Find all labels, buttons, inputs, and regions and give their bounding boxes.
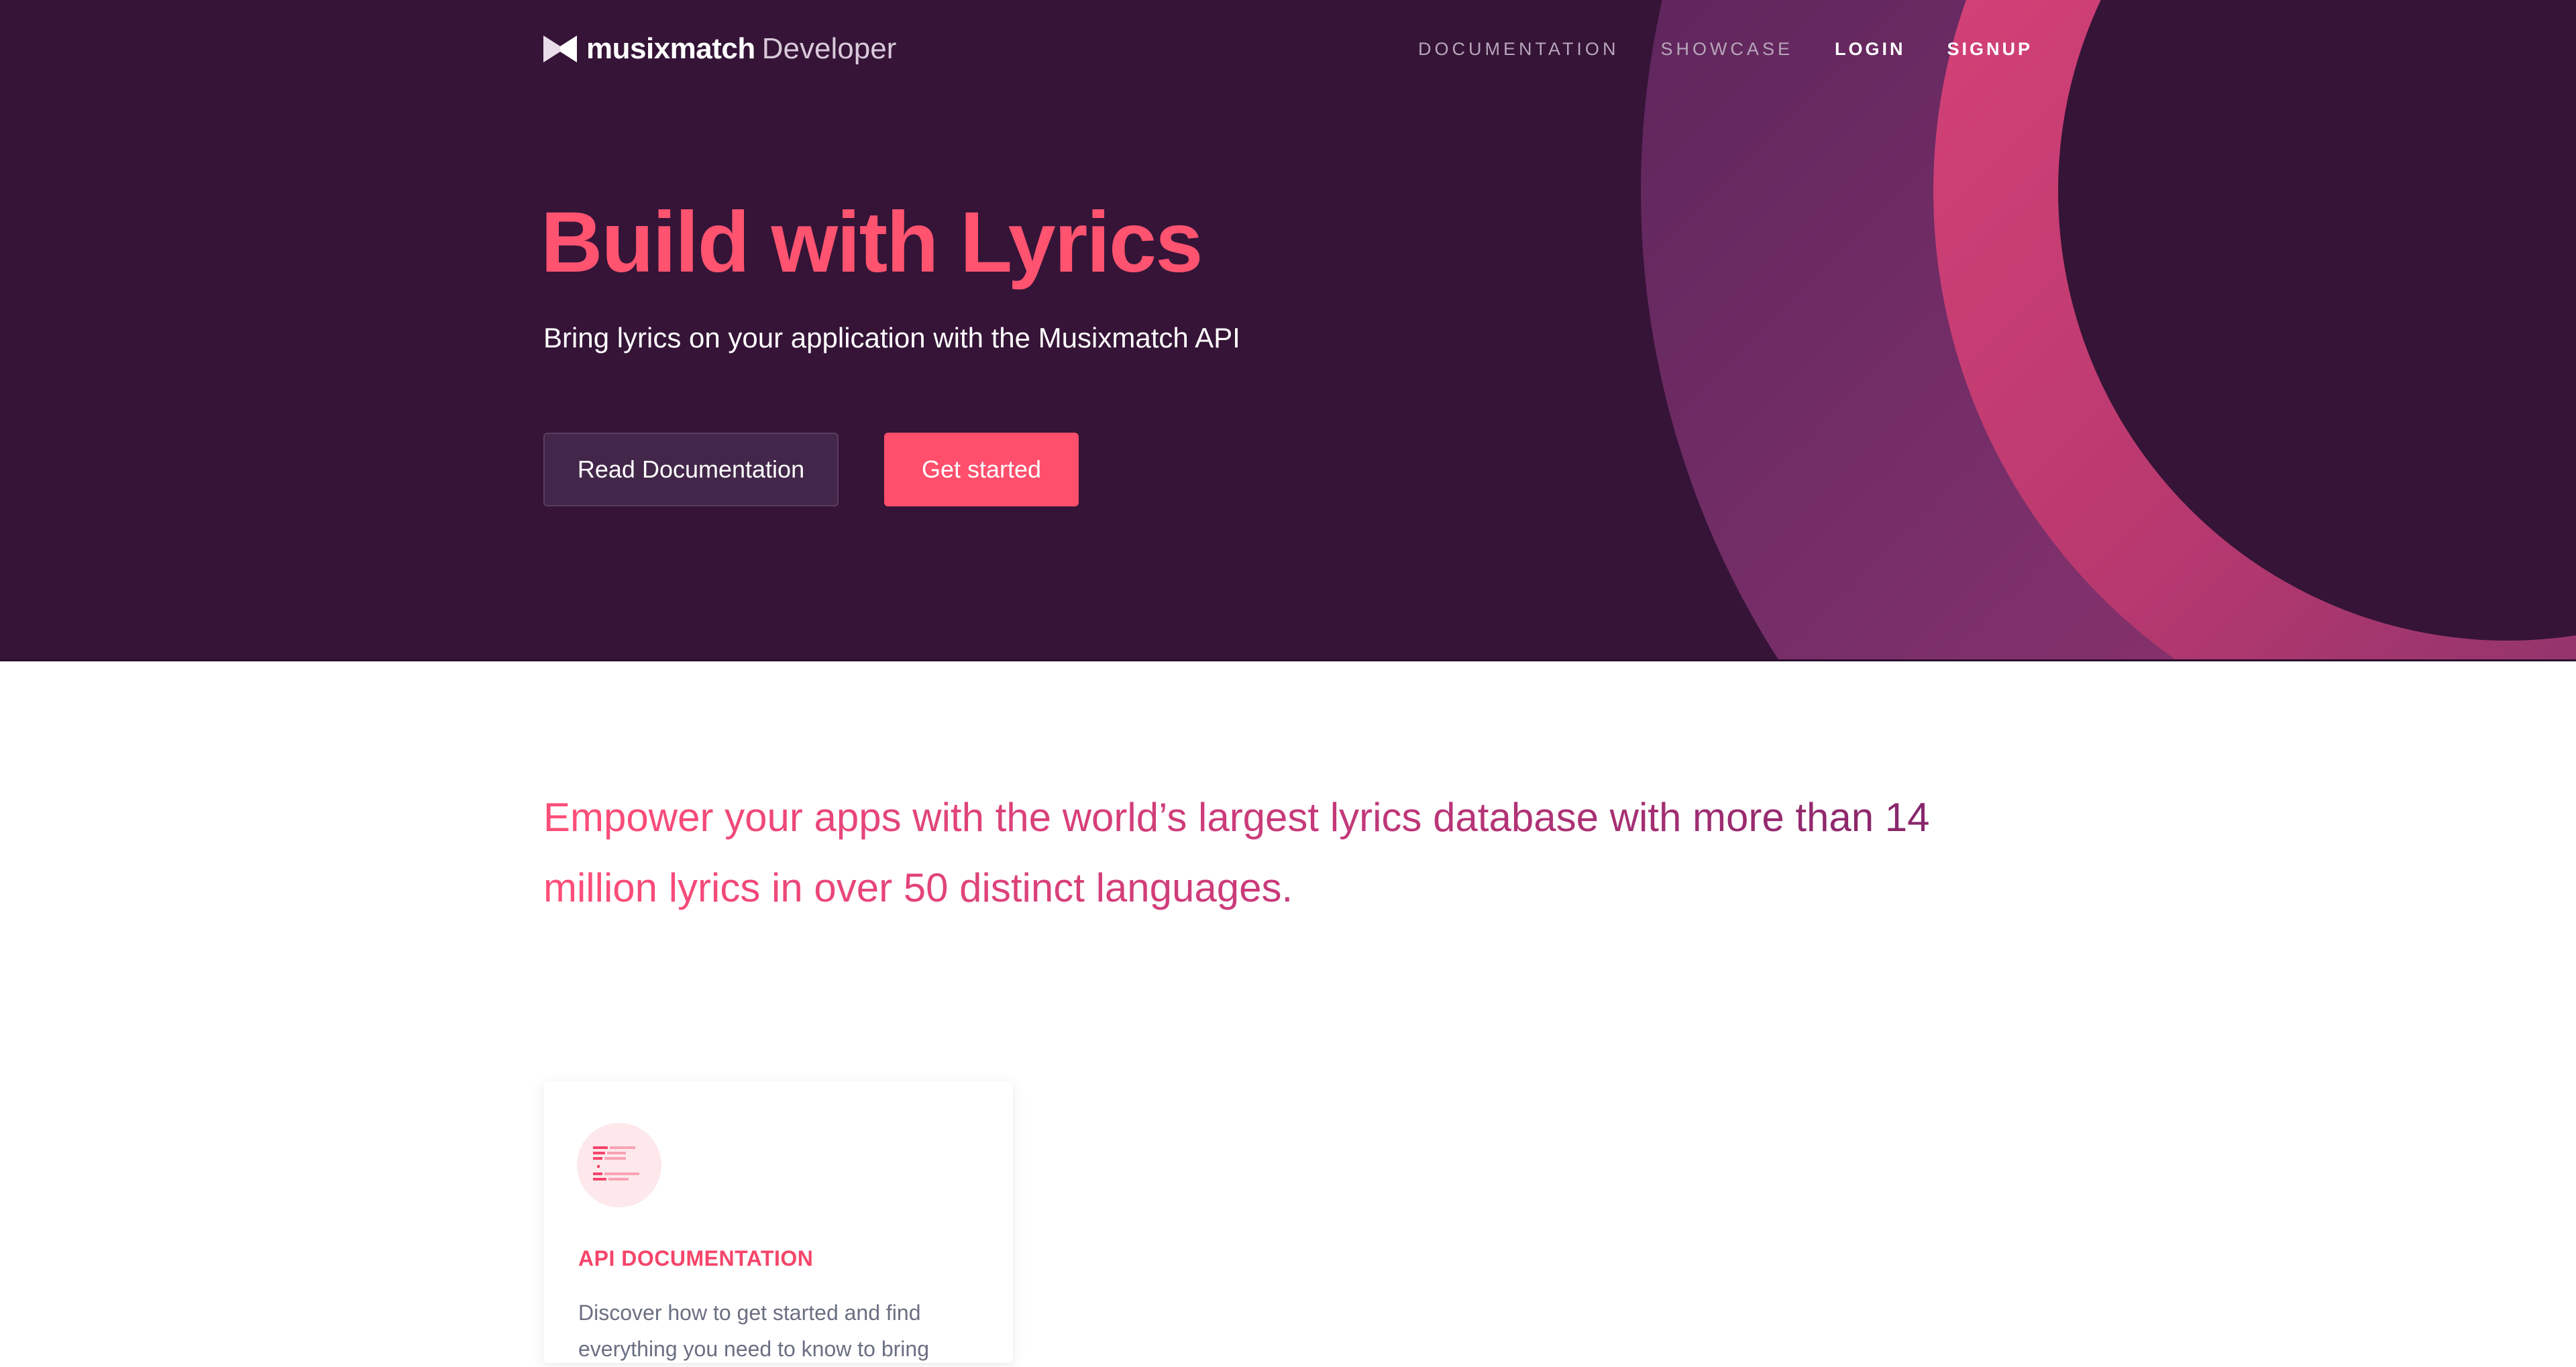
document-icon bbox=[577, 1123, 661, 1207]
api-documentation-card[interactable]: API DOCUMENTATION Discover how to get st… bbox=[543, 1081, 1013, 1363]
nav-showcase[interactable]: SHOWCASE bbox=[1660, 38, 1793, 60]
nav-login[interactable]: LOGIN bbox=[1835, 38, 1906, 60]
top-nav: DOCUMENTATION SHOWCASE LOGIN SIGNUP bbox=[1418, 38, 2033, 60]
brand-name: musixmatch bbox=[586, 32, 755, 65]
hero-title: Build with Lyrics bbox=[541, 195, 1203, 290]
read-documentation-button[interactable]: Read Documentation bbox=[543, 433, 839, 506]
card-title: API DOCUMENTATION bbox=[578, 1246, 814, 1270]
card-description: Discover how to get started and find eve… bbox=[578, 1301, 929, 1361]
musixmatch-logo-icon bbox=[543, 36, 577, 62]
hero-section: musixmatch Developer DOCUMENTATION SHOWC… bbox=[0, 0, 2576, 659]
brand-logo[interactable]: musixmatch Developer bbox=[543, 32, 896, 66]
intro-tagline: Empower your apps with the world’s large… bbox=[543, 782, 2019, 923]
hero-subtitle: Bring lyrics on your application with th… bbox=[543, 322, 1240, 353]
get-started-button[interactable]: Get started bbox=[884, 433, 1079, 506]
nav-signup[interactable]: SIGNUP bbox=[1947, 38, 2033, 60]
hero-divider bbox=[0, 659, 2576, 661]
brand-suffix: Developer bbox=[761, 32, 897, 65]
hero-ring-decoration bbox=[1641, 0, 2576, 659]
nav-documentation[interactable]: DOCUMENTATION bbox=[1418, 38, 1619, 60]
